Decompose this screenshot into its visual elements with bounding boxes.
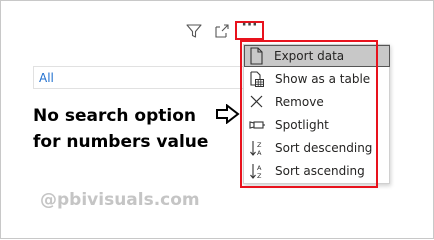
menu-item-label: Export data: [274, 49, 345, 63]
slicer-selected-value: All: [39, 71, 54, 85]
menu-item-remove[interactable]: Remove: [245, 91, 389, 113]
watermark: @pbivisuals.com: [40, 190, 200, 210]
svg-text:A: A: [257, 149, 262, 157]
menu-item-show-as-table[interactable]: Show as a table: [245, 68, 389, 90]
more-options-menu: Export data Show as a table Remove Spotl…: [243, 44, 390, 184]
menu-item-label: Remove: [275, 95, 324, 109]
menu-item-spotlight[interactable]: Spotlight: [245, 114, 389, 136]
annotation-text: No search option for numbers value: [33, 106, 209, 152]
export-data-icon: [250, 47, 263, 65]
sort-descending-icon: Z A: [250, 141, 262, 157]
svg-text:Z: Z: [257, 141, 262, 149]
right-arrow-icon: [216, 104, 240, 124]
sort-ascending-icon: A Z: [250, 164, 262, 180]
more-options-icon: ···: [241, 17, 258, 33]
slicer-selection[interactable]: All: [33, 66, 243, 89]
more-options-button[interactable]: ···: [235, 17, 264, 40]
menu-item-label: Show as a table: [275, 72, 371, 86]
menu-item-label: Sort descending: [275, 141, 373, 155]
svg-text:A: A: [257, 164, 262, 172]
menu-item-sort-ascending[interactable]: A Z Sort ascending: [245, 160, 389, 182]
close-icon: [250, 95, 263, 108]
menu-item-label: Sort ascending: [275, 164, 365, 178]
menu-item-label: Spotlight: [275, 118, 329, 132]
table-icon: [250, 71, 264, 87]
focus-mode-icon[interactable]: [214, 23, 230, 39]
spotlight-icon: [249, 121, 265, 129]
svg-text:Z: Z: [257, 172, 262, 180]
filter-icon[interactable]: [186, 23, 202, 39]
menu-item-export-data[interactable]: Export data: [244, 45, 390, 67]
menu-item-sort-descending[interactable]: Z A Sort descending: [245, 137, 389, 159]
